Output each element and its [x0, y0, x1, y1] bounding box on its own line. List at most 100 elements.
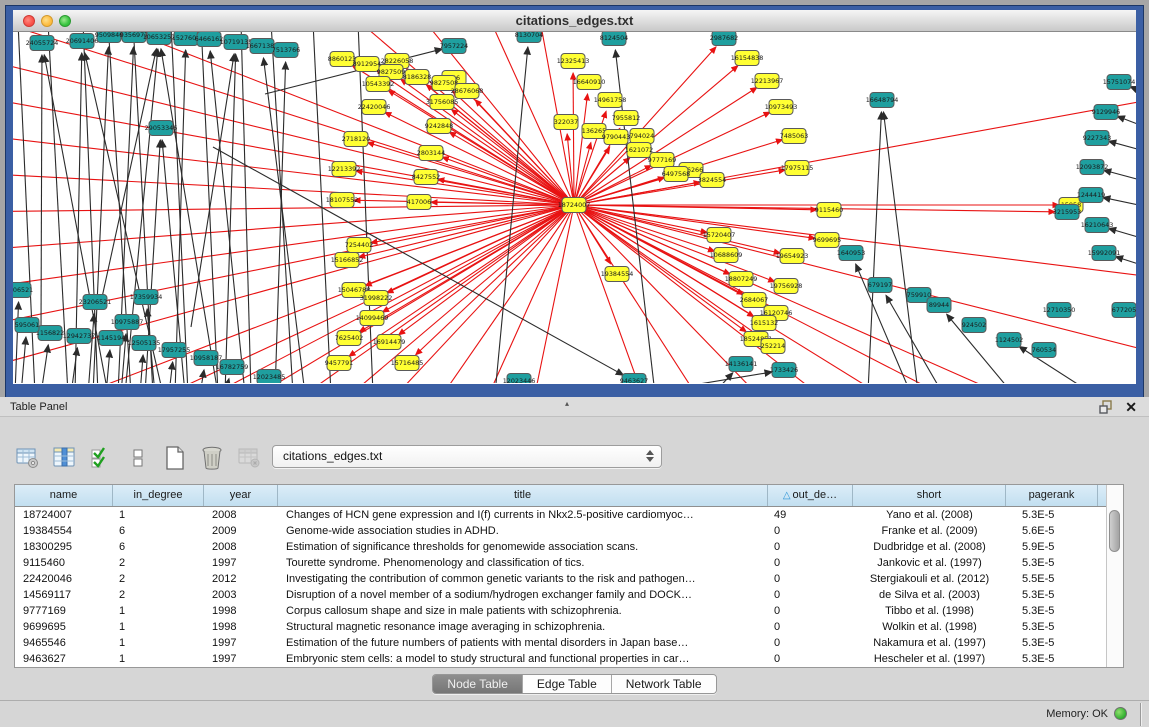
table-row[interactable]: 911546021997Tourette syndrome. Phenomeno…	[15, 555, 1106, 571]
row-height-icon[interactable]	[125, 445, 151, 471]
graph-node[interactable]: 1124502	[995, 333, 1023, 348]
table-cell[interactable]: 1	[113, 507, 204, 523]
column-header-in_degree[interactable]: in_degree	[113, 485, 204, 506]
column-header-out_de[interactable]: △out_de…	[768, 485, 853, 506]
graph-node[interactable]: 17975115	[781, 161, 814, 176]
table-cell[interactable]: de Silva et al. (2003)	[853, 587, 1006, 603]
table-cell[interactable]: 0	[768, 651, 853, 667]
graph-node[interactable]: 16210643	[1081, 218, 1114, 233]
table-cell[interactable]: 49	[768, 507, 853, 523]
graph-node[interactable]: 7254402	[345, 238, 373, 253]
graph-node[interactable]: 2803144	[417, 146, 445, 161]
table-cell[interactable]: 9115460	[15, 555, 113, 571]
table-cell[interactable]: 18724007	[15, 507, 113, 523]
scrollbar-thumb[interactable]	[1109, 510, 1120, 552]
column-header-pagerank[interactable]: pagerank	[1006, 485, 1098, 506]
table-cell[interactable]: 9777169	[15, 603, 113, 619]
table-cell[interactable]: 5.3E-5	[1006, 635, 1098, 651]
float-panel-icon[interactable]	[1099, 400, 1113, 414]
graph-node[interactable]: 18107552	[326, 193, 359, 208]
table-cell[interactable]: 1	[113, 619, 204, 635]
graph-node[interactable]: 8124504	[600, 32, 628, 46]
graph-node[interactable]: 9242848	[425, 119, 453, 134]
graph-node[interactable]: 9129946	[1092, 105, 1120, 120]
table-cell[interactable]: Nakamura et al. (1997)	[853, 635, 1006, 651]
graph-node[interactable]: 1145194	[97, 331, 125, 346]
graph-node[interactable]: 15992091	[1088, 246, 1121, 261]
graph-node[interactable]: 15720407	[703, 228, 736, 243]
table-cell[interactable]: 9463627	[15, 651, 113, 667]
graph-node[interactable]: 17957255	[158, 343, 191, 358]
table-cell[interactable]: 5.3E-5	[1006, 555, 1098, 571]
graph-node[interactable]: 760534	[1032, 343, 1056, 358]
graph-node[interactable]: 2206521	[13, 283, 33, 298]
graph-node[interactable]: 14099469	[356, 311, 389, 326]
table-select-dropdown[interactable]: citations_edges.txt	[272, 445, 662, 468]
graph-node[interactable]: 15716485	[391, 356, 424, 371]
table-cell[interactable]: 1	[113, 603, 204, 619]
table-row[interactable]: 946554611997Estimation of the future num…	[15, 635, 1106, 651]
column-header-title[interactable]: title	[278, 485, 768, 506]
graph-node[interactable]: 16914479	[373, 335, 406, 350]
network-graph[interactable]: 1872400788601238912954282260589827509818…	[13, 32, 1136, 383]
graph-node[interactable]: 12325413	[557, 54, 590, 69]
table-cell[interactable]: 2012	[204, 571, 278, 587]
graph-node[interactable]: 924502	[962, 318, 986, 333]
graph-node[interactable]: 19384554	[601, 267, 634, 282]
table-cell[interactable]: Yano et al. (2008)	[853, 507, 1006, 523]
window-titlebar[interactable]: citations_edges.txt	[13, 10, 1136, 32]
graph-node[interactable]: 17359934	[130, 290, 163, 305]
table-cell[interactable]: Estimation of significance thresholds fo…	[278, 539, 768, 555]
table-cell[interactable]: Structural magnetic resonance image aver…	[278, 619, 768, 635]
close-panel-icon[interactable]: ✕	[1125, 399, 1137, 415]
graph-node[interactable]: 10543392	[362, 77, 395, 92]
table-cell[interactable]: 1	[113, 651, 204, 667]
graph-node[interactable]: 8186328	[403, 70, 431, 85]
graph-node[interactable]: 12023446	[503, 374, 536, 384]
graph-node[interactable]: 16782759	[216, 360, 249, 375]
graph-node[interactable]: 12093872	[1076, 160, 1109, 175]
table-cell[interactable]: Corpus callosum shape and size in male p…	[278, 603, 768, 619]
graph-node[interactable]: 31756085	[426, 95, 459, 110]
graph-node[interactable]: 7957224	[440, 39, 468, 54]
table-cell[interactable]: 6	[113, 539, 204, 555]
graph-node[interactable]: 1733426	[770, 363, 798, 378]
table-cell[interactable]: Stergiakouli et al. (2012)	[853, 571, 1006, 587]
column-visibility-icon[interactable]	[51, 445, 77, 471]
select-rows-checks-icon[interactable]	[88, 445, 114, 471]
graph-node[interactable]: 7485063	[780, 129, 808, 144]
graph-node[interactable]: 14961758	[594, 93, 627, 108]
table-cell[interactable]: 0	[768, 539, 853, 555]
table-cell[interactable]: Tibbo et al. (1998)	[853, 603, 1006, 619]
table-cell[interactable]: Disruption of a novel member of a sodium…	[278, 587, 768, 603]
table-cell[interactable]: 5.3E-5	[1006, 507, 1098, 523]
column-header-name[interactable]: name	[15, 485, 113, 506]
table-row[interactable]: 946362711997Embryonic stem cells: a mode…	[15, 651, 1106, 667]
table-cell[interactable]: 2	[113, 571, 204, 587]
tab-network-table[interactable]: Network Table	[612, 675, 716, 693]
table-cell[interactable]: 5.5E-5	[1006, 571, 1098, 587]
graph-node[interactable]: 9457791	[325, 356, 353, 371]
graph-node[interactable]: 677205	[1112, 303, 1136, 318]
column-header-short[interactable]: short	[853, 485, 1006, 506]
table-cell[interactable]: Investigating the contribution of common…	[278, 571, 768, 587]
graph-node[interactable]: 1615132	[750, 316, 778, 331]
table-cell[interactable]: 18300295	[15, 539, 113, 555]
graph-node[interactable]: 16648794	[866, 93, 899, 108]
table-cell[interactable]: 1	[113, 635, 204, 651]
graph-node[interactable]: 19654923	[776, 249, 809, 264]
graph-node[interactable]: 8427552	[412, 170, 440, 185]
graph-node[interactable]: 29053346	[145, 121, 178, 136]
table-options-icon[interactable]	[14, 445, 40, 471]
graph-node[interactable]: 3215953	[1053, 205, 1081, 220]
memory-ok-indicator[interactable]	[1114, 707, 1127, 720]
graph-node[interactable]: 10688609	[710, 248, 743, 263]
table-cell[interactable]: 5.6E-5	[1006, 523, 1098, 539]
graph-node[interactable]: 9790443	[602, 130, 630, 145]
graph-node[interactable]: 31998222	[360, 291, 393, 306]
graph-node[interactable]: 2684067	[740, 293, 768, 308]
graph-node[interactable]: 23206521	[79, 295, 112, 310]
graph-node[interactable]: 19756928	[770, 279, 803, 294]
graph-node[interactable]: 12942737	[63, 329, 96, 344]
tab-edge-table[interactable]: Edge Table	[523, 675, 612, 693]
